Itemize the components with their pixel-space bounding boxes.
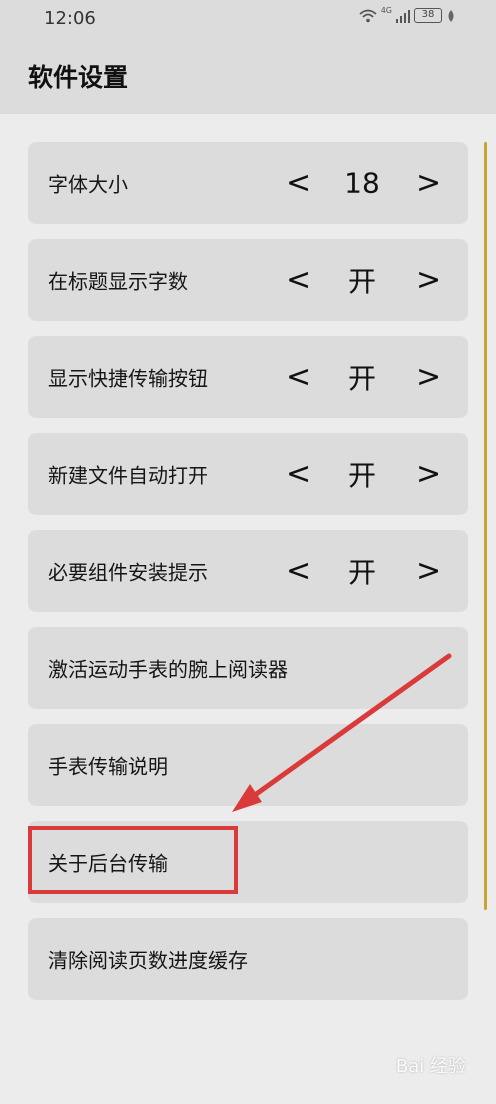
baidu-jingyan-watermark: Bai 经验 (395, 1056, 466, 1077)
annotation-arrow-icon (232, 653, 452, 812)
